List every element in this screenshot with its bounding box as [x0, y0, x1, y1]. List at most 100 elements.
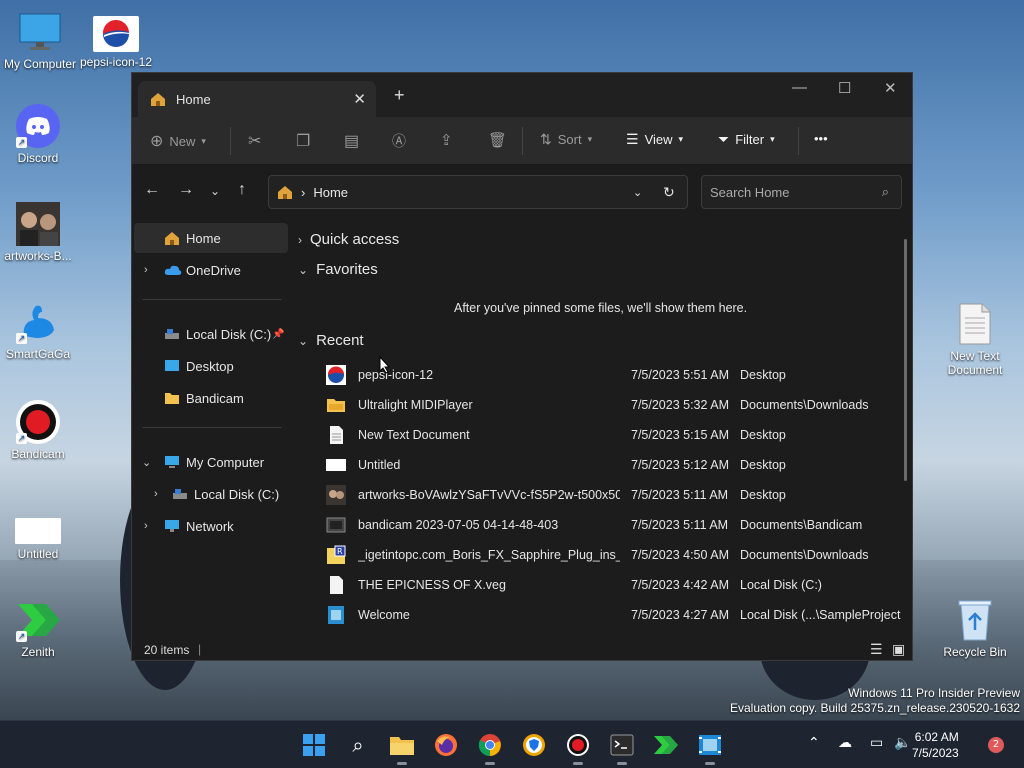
show-hidden-icons-chevron-icon[interactable]: ⌃: [808, 735, 820, 751]
recent-file-row[interactable]: THE EPICNESS OF X.veg 7/5/2023 4:42 AM L…: [290, 570, 890, 600]
more-options-button[interactable]: •••: [814, 131, 828, 146]
taskbar-terminal[interactable]: [608, 731, 636, 765]
tab-home[interactable]: Home ✕: [138, 81, 376, 117]
desktop-icon-discord[interactable]: ↗ Discord: [0, 104, 76, 165]
content-scrollbar[interactable]: [904, 239, 907, 481]
desktop-icon-untitled[interactable]: Untitled: [0, 514, 76, 561]
chevron-down-icon: ⌄: [298, 333, 309, 348]
taskbar-search-button[interactable]: ⌕: [344, 731, 372, 759]
desktop-icon-zenith[interactable]: ↗ Zenith: [0, 598, 76, 659]
sidebar-item-local-disk[interactable]: › Local Disk (C:): [132, 479, 286, 509]
recent-file-row[interactable]: R _igetintopc.com_Boris_FX_Sapphire_Plug…: [290, 540, 890, 570]
sidebar-item-desktop[interactable]: Desktop: [132, 351, 286, 381]
running-indicator: [397, 762, 407, 765]
project-icon: [328, 606, 344, 624]
desktop-icon-new-text-document[interactable]: New Text Document: [937, 302, 1013, 377]
chevron-down-icon[interactable]: ⌄: [142, 456, 151, 469]
sort-button[interactable]: ⇅ Sort ▾: [540, 131, 592, 148]
clipboard-icon: ▤: [344, 133, 360, 150]
section-recent[interactable]: ⌄ Recent: [298, 332, 364, 349]
recent-file-row[interactable]: bandicam 2023-07-05 04-14-48-403 7/5/202…: [290, 510, 890, 540]
new-tab-button[interactable]: +: [394, 85, 405, 106]
desktop-icon-smartgaga[interactable]: ↗ SmartGaGa: [0, 300, 76, 361]
forward-arrow-icon[interactable]: →: [178, 181, 194, 199]
chevron-right-icon[interactable]: ›: [154, 488, 158, 500]
notification-badge[interactable]: 2: [988, 737, 1004, 753]
cloud-offline-icon[interactable]: ☁: [838, 735, 852, 751]
taskbar-video-editor[interactable]: [696, 731, 724, 765]
mouse-cursor-icon: [379, 356, 391, 374]
cut-button[interactable]: ✂: [248, 131, 261, 151]
filter-button[interactable]: ⏷ Filter ▾: [718, 131, 775, 148]
chevron-right-icon[interactable]: ›: [144, 264, 148, 276]
desktop-icon-bandicam[interactable]: ↗ Bandicam: [0, 400, 76, 461]
white-image-icon: [326, 459, 346, 471]
desktop-icon-artworks[interactable]: artworks-B...: [0, 202, 76, 263]
sidebar-item-bandicam[interactable]: Bandicam: [132, 383, 286, 413]
delete-button[interactable]: 🗑: [488, 131, 507, 149]
details-view-icon[interactable]: ☰: [870, 641, 883, 658]
search-box[interactable]: Search Home ⌕: [701, 175, 902, 209]
monitor-icon: [18, 10, 62, 54]
chevron-down-icon: ▾: [587, 134, 593, 144]
desktop-icon-pepsi[interactable]: pepsi-icon-12: [78, 16, 154, 69]
section-favorites[interactable]: ⌄ Favorites: [298, 261, 378, 278]
sidebar-item-onedrive[interactable]: › OneDrive: [132, 255, 286, 285]
status-divider: |: [198, 642, 202, 656]
taskbar-bandicam[interactable]: [564, 731, 592, 765]
address-dropdown-chevron-icon[interactable]: ⌄: [633, 186, 642, 199]
recent-file-row[interactable]: New Text Document 7/5/2023 5:15 AM Deskt…: [290, 420, 890, 450]
sidebar-item-home[interactable]: Home: [134, 223, 288, 253]
pepsi-icon: [93, 16, 139, 52]
file-date: 7/5/2023 5:15 AM: [631, 428, 729, 442]
network-icon[interactable]: ▭: [870, 735, 883, 751]
view-button[interactable]: ☰ View ▾: [626, 131, 683, 148]
taskbar-chrome[interactable]: [476, 731, 504, 765]
new-button[interactable]: ⊕ New ▾: [150, 131, 206, 151]
paste-button[interactable]: ▤: [344, 131, 359, 151]
recent-locations-chevron-icon[interactable]: ⌄: [210, 184, 220, 198]
minimize-button[interactable]: —: [792, 79, 807, 96]
desktop-icon-label: Zenith: [21, 645, 55, 659]
sidebar-item-network[interactable]: › Network: [132, 511, 286, 541]
up-arrow-icon[interactable]: ↑: [238, 181, 246, 199]
taskbar-firefox[interactable]: [432, 731, 460, 759]
taskbar-file-explorer[interactable]: [388, 731, 416, 765]
start-button[interactable]: [300, 731, 328, 759]
recent-file-row[interactable]: Untitled 7/5/2023 5:12 AM Desktop: [290, 450, 890, 480]
maximize-button[interactable]: ☐: [838, 79, 851, 97]
tab-title: Home: [176, 91, 211, 107]
search-icon[interactable]: ⌕: [882, 184, 889, 200]
file-location: Local Disk (...\SampleProject: [740, 608, 901, 622]
copy-button[interactable]: ❐: [296, 131, 310, 151]
volume-icon[interactable]: 🔈: [894, 735, 911, 751]
rename-button[interactable]: Ⓐ: [392, 131, 406, 151]
chevron-right-icon[interactable]: ›: [144, 520, 148, 532]
tiles-view-icon[interactable]: ▣: [892, 641, 905, 658]
refresh-icon[interactable]: ↻: [663, 184, 675, 201]
desktop-icon-label: pepsi-icon-12: [79, 55, 153, 69]
close-tab-icon[interactable]: ✕: [353, 90, 366, 108]
recent-file-row[interactable]: Ultralight MIDIPlayer 7/5/2023 5:32 AM D…: [290, 390, 890, 420]
sidebar-item-my-computer[interactable]: ⌄ My Computer: [132, 447, 286, 477]
sidebar-item-local-disk-pinned[interactable]: Local Disk (C:) 📌: [132, 319, 286, 349]
recent-file-row[interactable]: Welcome 7/5/2023 4:27 AM Local Disk (...…: [290, 600, 900, 630]
close-window-button[interactable]: ✕: [884, 79, 897, 97]
taskbar: ⌕ ⌃ ☁ ▭ 🔈 6:02 AM 7/5/2023 2: [0, 720, 1024, 768]
taskbar-browser-shield[interactable]: [520, 731, 548, 759]
recent-file-row[interactable]: artworks-BoVAwlzYSaFTvVVc-fS5P2w-t500x50…: [290, 480, 890, 510]
breadcrumb-home[interactable]: Home: [313, 185, 348, 200]
plus-circle-icon: ⊕: [150, 133, 164, 150]
back-arrow-icon[interactable]: ←: [144, 181, 160, 199]
system-clock[interactable]: 6:02 AM 7/5/2023: [912, 729, 959, 761]
pin-icon[interactable]: 📌: [272, 329, 284, 340]
desktop-icon-label: Recycle Bin: [943, 645, 1007, 659]
address-bar[interactable]: › Home ⌄ ↻: [268, 175, 688, 209]
taskbar-zenith[interactable]: [652, 731, 680, 759]
file-icon: [330, 576, 343, 594]
archive-icon: R: [327, 545, 346, 564]
desktop-icon-my-computer[interactable]: My Computer: [2, 10, 78, 71]
share-button[interactable]: ⇪: [440, 131, 453, 149]
section-quick-access[interactable]: › Quick access: [298, 231, 399, 248]
desktop-icon-recycle-bin[interactable]: Recycle Bin: [937, 598, 1013, 659]
